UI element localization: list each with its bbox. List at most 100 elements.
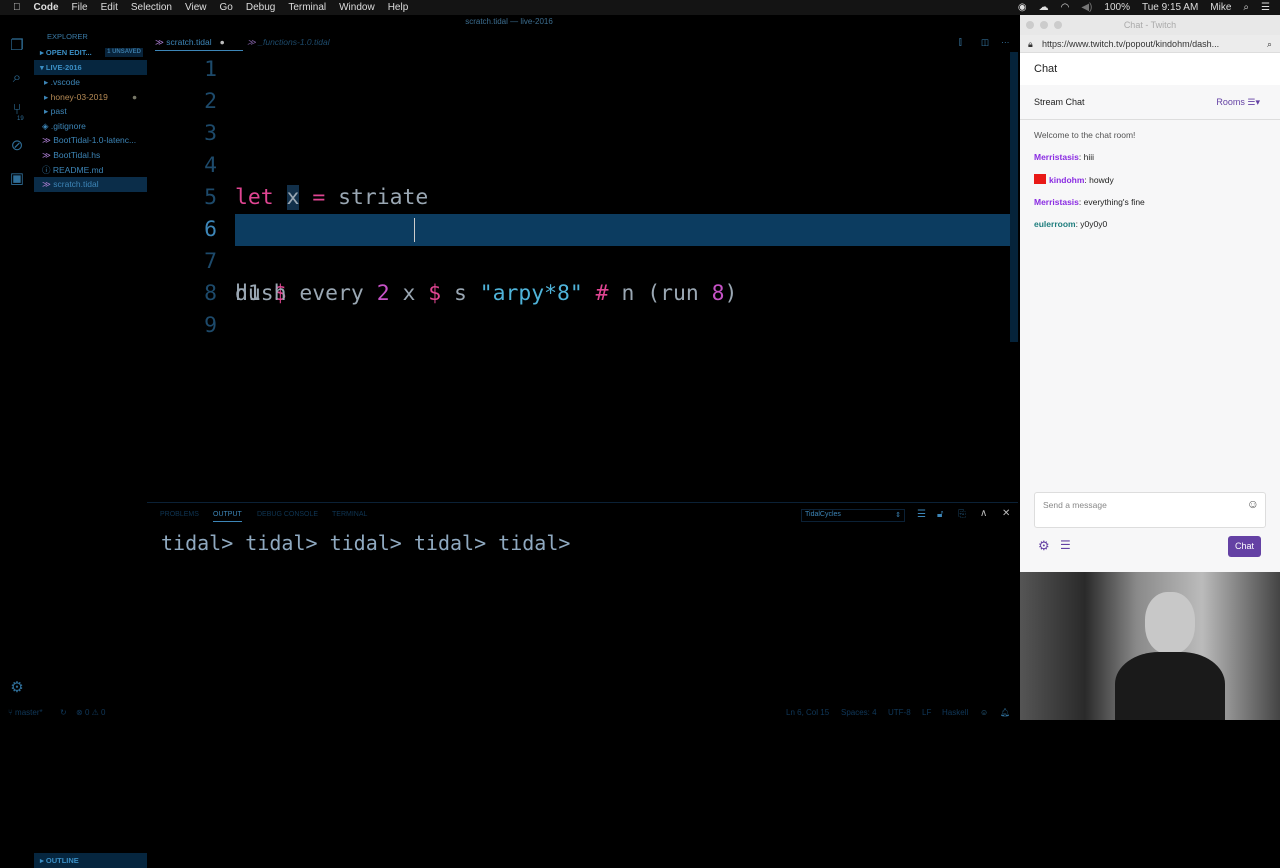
welcome-message: Welcome to the chat room! — [1034, 130, 1136, 140]
line-number: 5 — [204, 185, 217, 210]
lock-scroll-icon[interactable]: 🔓︎ — [937, 509, 943, 520]
menu-window[interactable]: Window — [339, 2, 375, 13]
rooms-icon: ☰▾ — [1247, 97, 1260, 107]
menu-bar:  Code File Edit Selection View Go Debug… — [0, 0, 1280, 15]
menu-file[interactable]: File — [72, 2, 88, 13]
tree-item-past[interactable]: ▸ past — [34, 104, 147, 119]
line-number: 2 — [204, 89, 217, 114]
tree-item-readme[interactable]: ⓘ README.md — [34, 163, 147, 178]
output-panel: PROBLEMS OUTPUT DEBUG CONSOLE TERMINAL T… — [147, 502, 1018, 705]
problems-indicator[interactable]: ⊗ 0 ⚠ 0 — [76, 705, 105, 720]
tree-item-scratch[interactable]: ≫ scratch.tidal — [34, 177, 147, 192]
layout-icon[interactable]: ◫ — [981, 33, 989, 51]
url-bar[interactable]: 🔒︎ https://www.twitch.tv/popout/kindohm/d… — [1020, 35, 1280, 53]
editor-scrollbar[interactable] — [1010, 52, 1018, 342]
line-number: 6 — [204, 217, 217, 242]
battery-text[interactable]: 100% — [1104, 2, 1130, 13]
gear-icon[interactable]: ⚙ — [8, 679, 26, 697]
close-window-button[interactable] — [1026, 21, 1034, 29]
files-icon[interactable]: ❐ — [8, 37, 26, 55]
lock-icon: 🔒︎ — [1028, 39, 1033, 49]
chat-message-input[interactable]: Send a message ☺ — [1034, 492, 1266, 528]
close-panel-icon[interactable]: ✕ — [1002, 508, 1010, 519]
tab-debug-console[interactable]: DEBUG CONSOLE — [257, 511, 318, 518]
stream-chat-bar: Stream Chat Rooms ☰▾ — [1020, 85, 1280, 120]
chat-settings-gear-icon[interactable]: ⚙ — [1038, 538, 1050, 554]
more-actions-icon[interactable]: ··· — [1001, 33, 1010, 51]
clock[interactable]: Tue 9:15 AM — [1142, 2, 1198, 13]
viewer-list-icon[interactable]: ☰ — [1060, 538, 1071, 552]
code-line-4[interactable]: 4 let x = striate — [147, 150, 1018, 210]
tree-item-honey[interactable]: ▸ honey-03-2019 ● — [34, 90, 147, 105]
menu-debug[interactable]: Debug — [246, 2, 275, 13]
line-number: 3 — [204, 121, 217, 146]
record-icon[interactable]: ◉ — [1018, 2, 1027, 13]
open-editors-section[interactable]: ▸ OPEN EDIT... 1 UNSAVED — [34, 45, 147, 60]
menu-help[interactable]: Help — [388, 2, 409, 13]
outline-section[interactable]: ▸ OUTLINE — [34, 852, 147, 868]
git-branch[interactable]: ⑂ master* — [8, 705, 43, 720]
tab-problems[interactable]: PROBLEMS — [160, 511, 199, 518]
chat-message: Merristasis: everything's fine — [1034, 196, 1145, 207]
wifi-icon[interactable]: ◠ — [1061, 2, 1070, 13]
bell-icon[interactable]: 🔔︎ — [1000, 705, 1010, 720]
volume-icon[interactable]: ◀) — [1081, 2, 1092, 13]
line-number: 7 — [204, 249, 217, 274]
webcam-feed — [1020, 572, 1280, 720]
streamer-head — [1145, 592, 1195, 654]
chat-send-button[interactable]: Chat — [1228, 536, 1261, 557]
extensions-icon[interactable]: ▣ — [8, 170, 26, 188]
text-cursor — [414, 218, 415, 242]
editor-tabs: ≫ scratch.tidal ● ≫ _functions-1.0.tidal … — [147, 33, 1018, 51]
emoji-icon: ☺ — [1246, 497, 1259, 511]
language-mode[interactable]: Haskell — [942, 705, 968, 720]
info-icon: ⓘ — [42, 164, 53, 175]
tab-output[interactable]: OUTPUT — [213, 511, 242, 522]
notification-center-icon[interactable]: ☰ — [1261, 2, 1270, 13]
tree-item-boottidal[interactable]: ≫ BootTidal.hs — [34, 148, 147, 163]
eol[interactable]: LF — [922, 705, 931, 720]
clear-output-icon[interactable]: ☰ — [917, 509, 926, 520]
open-log-icon[interactable]: ⎘ — [958, 509, 966, 520]
apple-menu-icon[interactable]:  — [13, 2, 21, 13]
output-channel-select[interactable]: TidalCycles ⇕ — [801, 509, 905, 522]
user-name[interactable]: Mike — [1210, 2, 1231, 13]
tab-functions[interactable]: ≫ _functions-1.0.tidal — [247, 33, 330, 51]
line-number: 8 — [204, 281, 217, 306]
tab-terminal[interactable]: TERMINAL — [332, 511, 367, 518]
menu-go[interactable]: Go — [220, 2, 233, 13]
encoding[interactable]: UTF-8 — [888, 705, 911, 720]
split-editor-icon[interactable]: ⫿ — [959, 33, 962, 51]
tree-item-boottidal-latency[interactable]: ≫ BootTidal-1.0-latenc... — [34, 133, 147, 148]
sync-icon[interactable]: ↻ — [60, 705, 67, 720]
code-line-6[interactable]: 6 d1 $ every 2 x $ s "arpy*8" # n (run 8… — [147, 214, 1018, 306]
rooms-button[interactable]: Rooms ☰▾ — [1216, 85, 1260, 120]
spotlight-icon[interactable]: ⌕ — [1243, 2, 1249, 13]
menu-app[interactable]: Code — [34, 2, 59, 13]
indentation[interactable]: Spaces: 4 — [841, 705, 877, 720]
tree-item-gitignore[interactable]: ◈ .gitignore — [34, 119, 147, 134]
chat-message: eulerroom: y0y0y0 — [1034, 219, 1108, 230]
search-icon[interactable]: ⌕ — [8, 69, 26, 87]
code-editor[interactable]: 1 2 3 4 let x = striate 5 6 d1 $ every 2… — [147, 52, 1018, 502]
folder-live-2016[interactable]: ▾ LIVE-2016 — [34, 60, 147, 75]
output-text: tidal> tidal> tidal> tidal> tidal> — [161, 531, 571, 555]
debug-icon[interactable]: ⊘ — [8, 137, 26, 155]
explorer-sidebar: EXPLORER ▸ OPEN EDIT... 1 UNSAVED ▾ LIVE-… — [34, 29, 147, 868]
feedback-icon[interactable]: ☺ — [980, 705, 988, 720]
cursor-position[interactable]: Ln 6, Col 15 — [786, 705, 829, 720]
twitch-chat-window: Chat - Twitch 🔒︎ https://www.twitch.tv/po… — [1020, 15, 1280, 572]
code-line-8[interactable]: 8 hush — [147, 278, 1018, 310]
tab-scratch[interactable]: ≫ scratch.tidal ● — [155, 33, 243, 51]
maximize-panel-icon[interactable]: ∧ — [980, 508, 987, 519]
minimize-window-button[interactable] — [1040, 21, 1048, 29]
menu-terminal[interactable]: Terminal — [288, 2, 326, 13]
tree-item-vscode[interactable]: ▸ .vscode — [34, 75, 147, 90]
menu-edit[interactable]: Edit — [101, 2, 118, 13]
cloud-icon[interactable]: ☁ — [1039, 2, 1049, 13]
menu-view[interactable]: View — [185, 2, 207, 13]
zoom-window-button[interactable] — [1054, 21, 1062, 29]
streamer-body — [1115, 652, 1225, 720]
twitch-window-titlebar: Chat - Twitch — [1020, 15, 1280, 35]
menu-selection[interactable]: Selection — [131, 2, 172, 13]
